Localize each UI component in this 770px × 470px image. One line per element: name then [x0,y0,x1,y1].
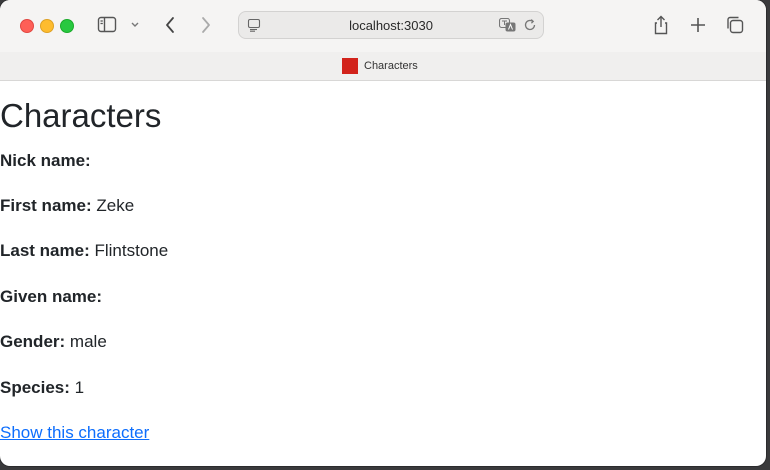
field-label: Last name: [0,241,90,260]
field-value: Flintstone [94,241,169,260]
field-value: male [69,332,107,351]
first-name-field: First name: Zeke [0,196,134,216]
field-label: Nick name: [0,151,91,170]
browser-toolbar: localhost:3030 [0,0,766,52]
field-value: 1 [74,378,85,397]
address-bar[interactable]: localhost:3030 [238,11,544,39]
browser-window: localhost:3030 Characters Characters Nic… [0,0,766,466]
chevron-down-icon[interactable] [128,14,142,36]
page-title: Characters [0,97,162,134]
close-window-button[interactable] [20,19,34,33]
reload-icon[interactable] [523,18,537,37]
field-label: Given name: [0,287,103,306]
gender-field: Gender: male [0,332,107,352]
forward-icon[interactable] [194,14,216,36]
nick-name-field: Nick name: [0,151,91,171]
url-text: localhost:3030 [349,18,433,33]
sidebar-toggle-icon[interactable] [96,14,118,36]
species-field: Species: 1 [0,378,84,398]
field-label: Species: [0,378,70,397]
field-value: Zeke [96,196,135,215]
show-character-link[interactable]: Show this character [0,423,149,443]
tab-overview-icon[interactable] [724,14,746,36]
zoom-window-button[interactable] [60,19,74,33]
back-icon[interactable] [160,14,182,36]
minimize-window-button[interactable] [40,19,54,33]
last-name-field: Last name: Flintstone [0,241,168,261]
new-tab-icon[interactable] [687,14,709,36]
page-content: Characters Nick name: First name: Zeke L… [0,81,766,466]
translate-icon[interactable] [498,17,517,37]
tab-characters[interactable]: Characters [342,57,418,75]
field-label: First name: [0,196,92,215]
share-icon[interactable] [650,14,672,36]
tab-title: Characters [364,60,418,72]
field-label: Gender: [0,332,66,351]
given-name-field: Given name: [0,287,102,307]
favicon-icon [342,58,358,74]
